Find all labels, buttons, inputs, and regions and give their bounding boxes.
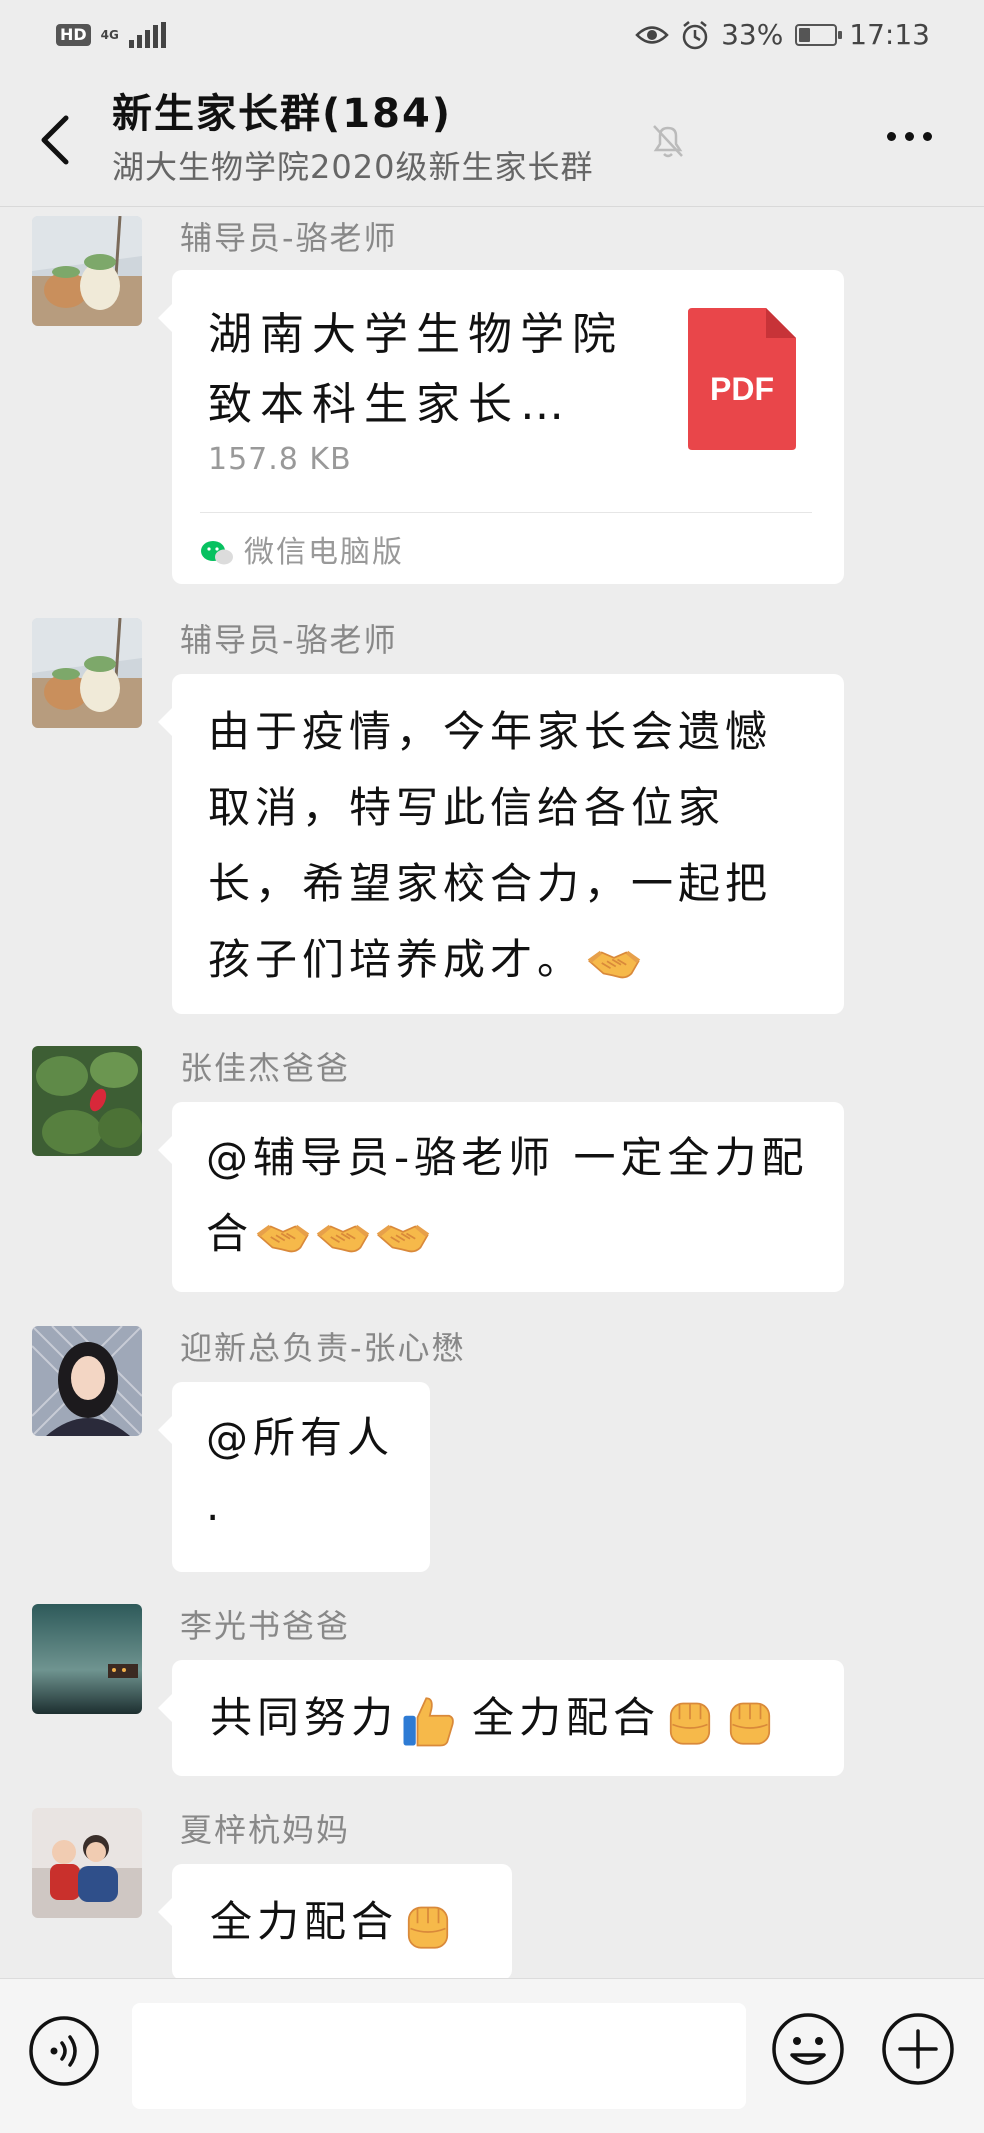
eye-icon [635, 25, 669, 44]
text-message-bubble[interactable]: 全力配合 [158, 1864, 512, 1980]
chat-header: 新生家长群(184) 湖大生物学院2020级新生家长群 [0, 72, 984, 207]
emoji-icon[interactable] [770, 2011, 846, 2087]
file-message-bubble[interactable]: 湖南大学生物学院致本科生家长… 157.8 KB PDF 微信电脑版 [158, 270, 844, 584]
status-bar: HD 4G 33% 17:13 [0, 0, 984, 72]
file-source: 微信电脑版 [200, 528, 404, 578]
battery-percent: 33% [721, 18, 784, 51]
avatar[interactable] [32, 1808, 142, 1918]
pdf-icon: PDF [688, 308, 796, 450]
message-input[interactable] [132, 2003, 746, 2109]
file-name: 湖南大学生物学院致本科生家长… [208, 309, 624, 430]
sender-name: 辅导员-骆老师 [180, 219, 398, 257]
message-text: 由于疫情，今年家长会遗憾取消，特写此信给各位家长，希望家校合力，一起把孩子们培养… [208, 707, 773, 984]
text-message-bubble[interactable]: @辅导员-骆老师 一定全力配合 [158, 1102, 844, 1292]
chat-subtitle: 湖大生物学院2020级新生家长群 [112, 148, 594, 186]
avatar[interactable] [32, 1326, 142, 1436]
sender-name: 李光书爸爸 [180, 1607, 351, 1645]
battery-fill [799, 27, 811, 42]
handshake-emoji [255, 1209, 311, 1265]
signal-icon [128, 22, 166, 48]
clock: 17:13 [849, 18, 930, 51]
battery-icon [795, 23, 843, 46]
fist-emoji [400, 1897, 456, 1953]
wechat-icon [201, 541, 233, 565]
plus-icon[interactable] [880, 2011, 956, 2087]
more-icon[interactable] [887, 132, 932, 141]
network-label: 4G [100, 27, 119, 42]
fist-emoji [722, 1693, 778, 1749]
avatar[interactable] [32, 1604, 142, 1714]
file-source-label: 微信电脑版 [244, 535, 404, 570]
sender-name: 辅导员-骆老师 [180, 621, 398, 659]
message-text: 共同努力 [210, 1693, 399, 1742]
handshake-emoji [375, 1209, 431, 1265]
message-text: @所有人 [206, 1413, 395, 1462]
fist-emoji [662, 1693, 718, 1749]
message-text: 全力配合 [472, 1693, 661, 1742]
sender-name: 张佳杰爸爸 [180, 1049, 351, 1087]
mute-bell-icon [653, 125, 683, 158]
handshake-emoji [586, 935, 642, 991]
message-text-line2: . [206, 1481, 225, 1530]
voice-icon[interactable] [28, 2015, 100, 2087]
avatar[interactable] [32, 1046, 142, 1156]
alarm-icon [682, 20, 708, 49]
handshake-emoji [315, 1209, 371, 1265]
sender-name: 夏梓杭妈妈 [180, 1811, 351, 1849]
text-message-bubble[interactable]: 共同努力 全力配合 [158, 1660, 844, 1776]
avatar[interactable] [32, 216, 142, 326]
thumbs-up-emoji [400, 1693, 456, 1749]
divider [200, 512, 812, 513]
file-size: 157.8 KB [208, 442, 352, 477]
input-bar [0, 1978, 984, 2133]
text-message-bubble[interactable]: 由于疫情，今年家长会遗憾取消，特写此信给各位家长，希望家校合力，一起把孩子们培养… [158, 674, 844, 1014]
text-message-bubble[interactable]: @所有人 . [158, 1382, 430, 1572]
back-arrow-icon[interactable] [30, 108, 80, 172]
hd-badge: HD [56, 24, 91, 46]
pdf-label: PDF [710, 371, 774, 407]
message-text: 全力配合 [210, 1897, 399, 1946]
avatar[interactable] [32, 618, 142, 728]
sender-name: 迎新总负责-张心懋 [180, 1329, 466, 1367]
chat-title[interactable]: 新生家长群(184) [112, 86, 593, 142]
